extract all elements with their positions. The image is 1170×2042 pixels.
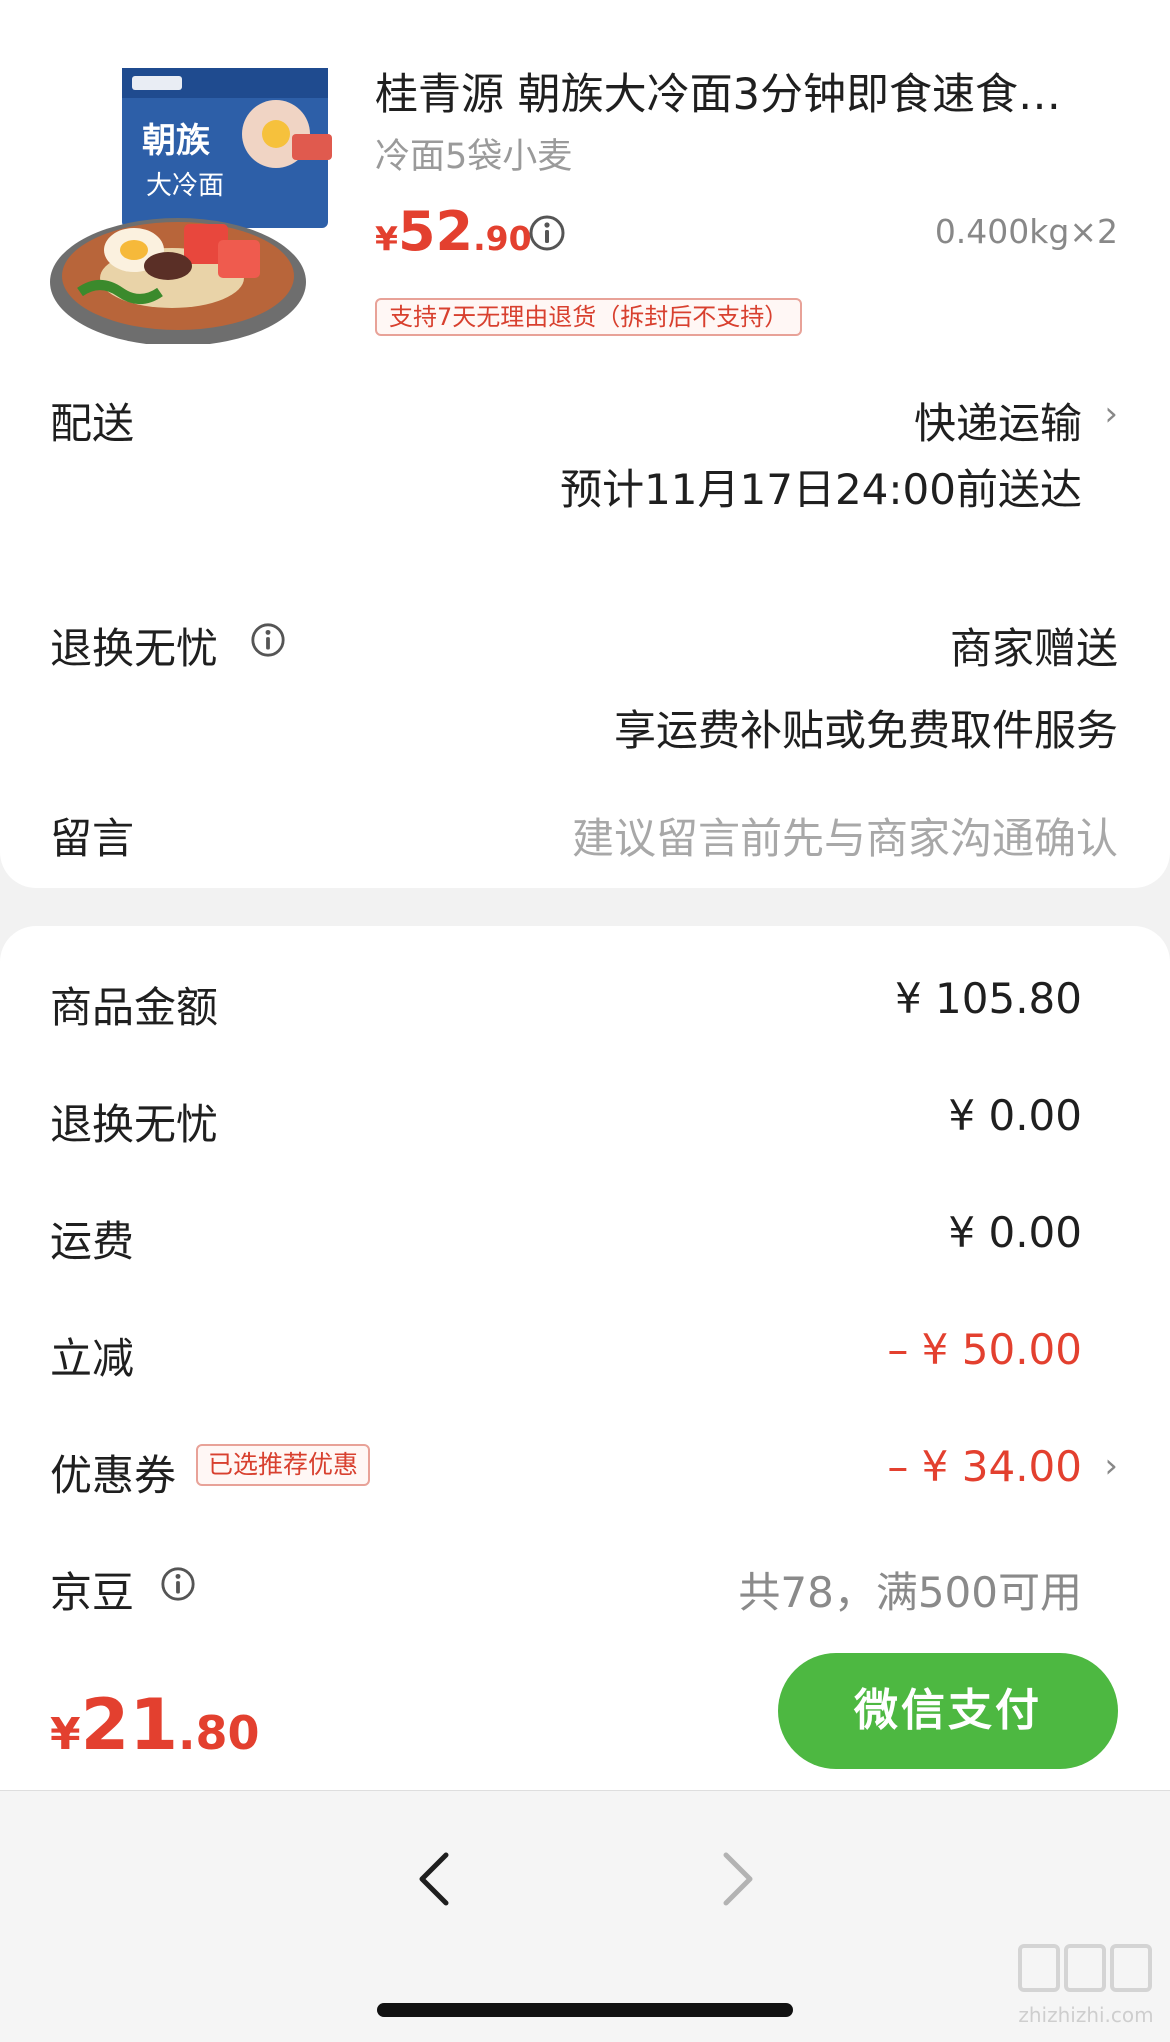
total-price: ¥21.80: [50, 1684, 260, 1766]
product-quantity: 0.400kg×2: [934, 212, 1118, 251]
goods-amount-value: ¥ 105.80: [894, 974, 1082, 1023]
watermark-site-text: zhizhizhi.com: [1018, 2003, 1153, 2027]
jingdou-label: 京豆: [50, 1568, 135, 1617]
checkout-bar: ¥21.80 微信支付: [0, 1640, 1170, 1790]
delivery-label: 配送: [50, 399, 135, 448]
price-info-icon[interactable]: [528, 214, 566, 256]
exchange-service-value: 商家赠送: [949, 624, 1118, 673]
exchange-service-note: 享运费补贴或免费取件服务: [613, 706, 1118, 755]
message-input[interactable]: 建议留言前先与商家沟通确认: [572, 805, 1118, 866]
coupon-selected-tag: 已选推荐优惠: [196, 1444, 371, 1486]
goods-amount-label: 商品金额: [50, 983, 219, 1032]
chevron-right-icon[interactable]: ›: [1104, 1446, 1118, 1486]
message-label: 留言: [50, 814, 135, 863]
price-integer: 52: [397, 200, 474, 263]
shipping-value: ¥ 0.00: [948, 1208, 1082, 1257]
price-decimal: .90: [473, 219, 532, 258]
svg-text:朝族: 朝族: [142, 121, 210, 161]
svg-text:大冷面: 大冷面: [146, 171, 224, 201]
cold-noodle-product-image: 朝族 大冷面: [50, 68, 332, 344]
coupon-label: 优惠券: [50, 1451, 177, 1500]
chevron-right-icon[interactable]: ›: [1104, 394, 1118, 434]
order-item-card: 朝族 大冷面 桂青源 朝族大冷面3分钟即食速食… 冷面5袋小麦 ¥52.90 0…: [0, 0, 1170, 888]
product-thumbnail[interactable]: 朝族 大冷面: [50, 64, 332, 344]
jingdou-value: 共78，满500可用: [738, 1568, 1082, 1617]
price-summary-card: 商品金额 ¥ 105.80 退换无忧 ¥ 0.00 运费 ¥ 0.00 立减 –…: [0, 926, 1170, 1656]
site-watermark-logo: zhizhizhi.com: [1016, 1940, 1156, 2035]
coupon-value[interactable]: – ¥ 34.00: [887, 1442, 1082, 1491]
jingdou-info-icon[interactable]: [160, 1566, 196, 1606]
delivery-eta: 预计11月17日24:00前送达: [560, 465, 1082, 514]
total-decimal: .80: [178, 1706, 260, 1760]
return-policy-badge: 支持7天无理由退货（拆封后不支持）: [375, 298, 803, 336]
delivery-method[interactable]: 快递运输: [914, 390, 1082, 451]
browser-nav-bar: [0, 1790, 1170, 2042]
exchange-service-label: 退换无忧: [50, 624, 219, 673]
wechat-pay-button[interactable]: 微信支付: [778, 1653, 1118, 1769]
instant-discount-label: 立减: [50, 1334, 135, 1383]
product-price: ¥52.90: [375, 200, 532, 263]
back-arrow-icon[interactable]: [400, 1839, 470, 1919]
forward-arrow-icon[interactable]: [702, 1839, 772, 1919]
exchange-fee-value: ¥ 0.00: [948, 1091, 1082, 1140]
total-integer: 21: [80, 1684, 179, 1766]
total-currency: ¥: [50, 1709, 81, 1760]
product-title[interactable]: 桂青源 朝族大冷面3分钟即食速食…: [375, 60, 1095, 122]
product-spec: 冷面5袋小麦: [375, 137, 573, 177]
exchange-info-icon[interactable]: [250, 622, 286, 662]
exchange-fee-label: 退换无忧: [50, 1100, 219, 1149]
price-currency: ¥: [375, 219, 398, 258]
shipping-label: 运费: [50, 1217, 135, 1266]
home-indicator[interactable]: [377, 2003, 793, 2017]
instant-discount-value: – ¥ 50.00: [887, 1325, 1082, 1374]
